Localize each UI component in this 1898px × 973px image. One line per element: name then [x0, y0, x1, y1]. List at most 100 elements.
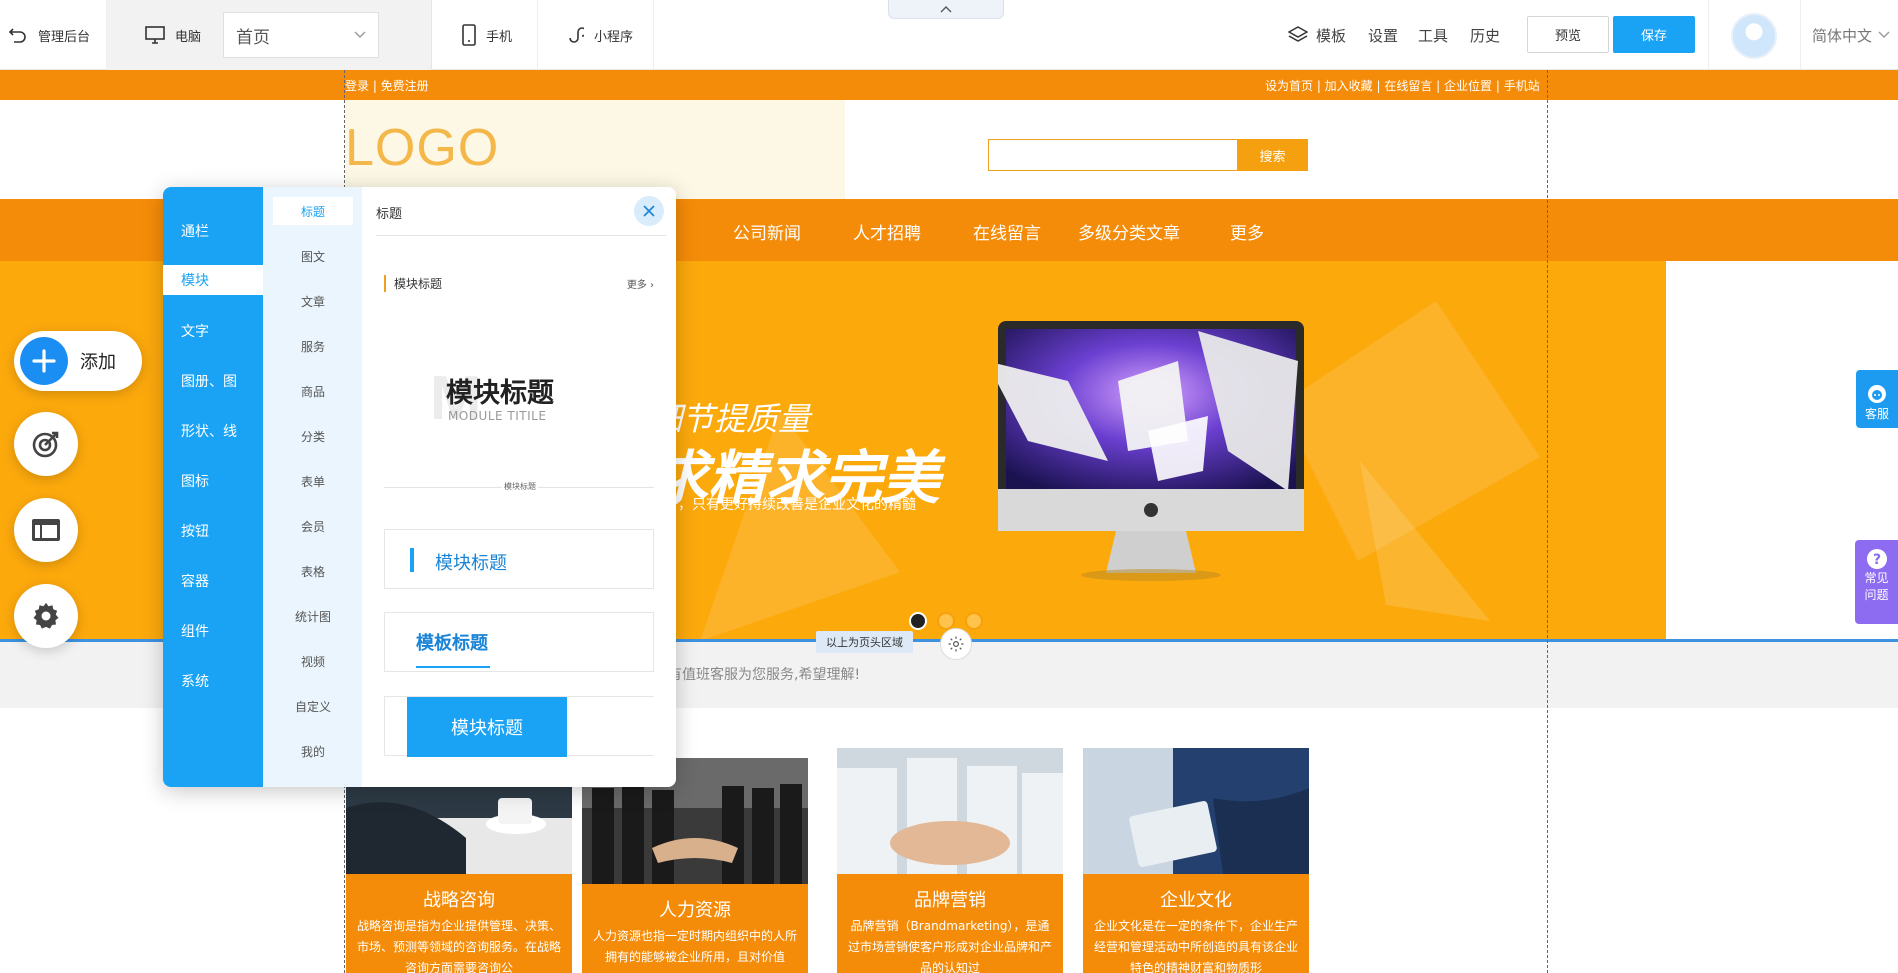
- banner-dot[interactable]: [965, 612, 983, 630]
- gear-icon: [33, 602, 59, 629]
- subcategory-item-image-text[interactable]: 图文: [273, 242, 353, 270]
- add-element-button[interactable]: 添加: [14, 331, 142, 391]
- nav-item-articles[interactable]: 多级分类文章: [1078, 219, 1180, 244]
- preview-divider: [376, 235, 666, 236]
- subcategory-item-service[interactable]: 服务: [273, 332, 353, 360]
- target-tool-button[interactable]: [14, 412, 78, 476]
- subcategory-item-member[interactable]: 会员: [273, 512, 353, 540]
- title-template-1[interactable]: 模块标题 更多 ›: [384, 275, 654, 292]
- title-template-5[interactable]: 模块标题: [384, 696, 654, 757]
- category-item-module[interactable]: 模块: [163, 265, 263, 295]
- plus-icon: [20, 337, 68, 385]
- question-icon: ?: [1866, 549, 1887, 569]
- notice-text: 有值班客服为您服务,希望理解!: [668, 667, 861, 683]
- nav-item-message[interactable]: 在线留言: [973, 219, 1041, 244]
- template-underline: [416, 666, 490, 668]
- toolbar-divider: [1800, 0, 1801, 70]
- device-pc-tab[interactable]: 电脑 首页: [107, 0, 432, 70]
- customer-service-widget[interactable]: 客服: [1856, 370, 1898, 428]
- page-select[interactable]: 首页: [223, 12, 380, 58]
- template-more-label: 更多: [626, 280, 647, 291]
- device-miniprogram-label: 小程序: [594, 29, 634, 45]
- settings-label: 设置: [1368, 26, 1399, 45]
- nav-item-jobs[interactable]: 人才招聘: [853, 219, 921, 244]
- header-settings-button[interactable]: [940, 628, 972, 660]
- template-preview-list: 标题 模块标题 更多 › M 模块标题 MODULE TITILE 模块标题 模…: [362, 187, 676, 787]
- banner-decoration: [1280, 301, 1540, 561]
- category-item-icon[interactable]: 图标: [163, 466, 263, 496]
- category-item-system[interactable]: 系统: [163, 666, 263, 696]
- service-card[interactable]: 企业文化 企业文化是在一定的条件下，企业生产经营和管理活动中所创造的具有该企业特…: [1083, 748, 1309, 973]
- site-login-links[interactable]: 登录 | 免费注册: [345, 77, 429, 94]
- nav-item-news[interactable]: 公司新闻: [733, 219, 801, 244]
- user-avatar[interactable]: [1731, 13, 1777, 59]
- save-button[interactable]: 保存: [1613, 16, 1695, 53]
- banner-dot[interactable]: [909, 612, 927, 630]
- title-template-4[interactable]: 模板标题: [384, 612, 654, 672]
- category-item-shape[interactable]: 形状、线: [163, 416, 263, 446]
- settings-menu[interactable]: 设置: [1368, 0, 1398, 70]
- layout-guide-right: [1547, 70, 1548, 973]
- site-search-input[interactable]: [988, 139, 1238, 171]
- subcategory-item-chart[interactable]: 统计图: [273, 602, 353, 630]
- service-card[interactable]: 人力资源 人力资源也指一定时期内组织中的人所拥有的能够被企业所用，且对价值: [582, 758, 808, 973]
- language-value: 简体中文: [1812, 26, 1873, 45]
- history-menu[interactable]: 历史: [1470, 0, 1500, 70]
- device-miniprogram-tab[interactable]: 小程序: [538, 0, 654, 70]
- banner-subtext: 最好，只有更好持续改善是企业文化的精髓: [650, 497, 916, 513]
- template-button[interactable]: 模板: [1288, 0, 1346, 70]
- template-mini-title: 模块标题: [502, 481, 538, 492]
- device-pc-label: 电脑: [175, 29, 202, 45]
- faq-widget[interactable]: ? 常见 问题: [1855, 540, 1898, 624]
- subcategory-item-video[interactable]: 视频: [273, 647, 353, 675]
- preview-heading: 标题: [376, 207, 403, 222]
- preview-button[interactable]: 预览: [1527, 16, 1609, 53]
- template-title-text: 模板标题: [416, 633, 488, 654]
- site-top-strip: 登录 | 免费注册 设为首页 | 加入收藏 | 在线留言 | 企业位置 | 手机…: [0, 70, 1898, 100]
- faq-label-line1: 常见: [1864, 571, 1889, 585]
- subcategory-item-mine[interactable]: 我的: [273, 737, 353, 765]
- category-item-container[interactable]: 容器: [163, 566, 263, 596]
- subcategory-item-custom[interactable]: 自定义: [273, 692, 353, 720]
- subcategory-item-product[interactable]: 商品: [273, 377, 353, 405]
- back-to-admin-button[interactable]: 管理后台: [0, 0, 107, 70]
- service-card[interactable]: 品牌营销 品牌营销（Brandmarketing），是通过市场营销使客户形成对企…: [837, 748, 1063, 973]
- category-item-component[interactable]: 组件: [163, 616, 263, 646]
- site-logo[interactable]: LOGO: [345, 118, 499, 178]
- tools-label: 工具: [1418, 26, 1449, 45]
- category-item-button[interactable]: 按钮: [163, 516, 263, 546]
- language-select[interactable]: 简体中文: [1812, 0, 1890, 70]
- template-more-link: 更多 ›: [626, 280, 654, 291]
- card-description: 企业文化是在一定的条件下，企业生产经营和管理活动中所创造的具有该企业特色的精神财…: [1093, 919, 1298, 973]
- site-settings-tool-button[interactable]: [14, 584, 78, 648]
- faq-label-line2: 问题: [1864, 588, 1889, 602]
- collapse-toolbar-button[interactable]: [888, 0, 1004, 19]
- category-item-banner[interactable]: 通栏: [163, 216, 263, 246]
- title-template-2[interactable]: M 模块标题 MODULE TITILE 模块标题: [384, 357, 654, 502]
- site-utility-links[interactable]: 设为首页 | 加入收藏 | 在线留言 | 企业位置 | 手机站: [1265, 77, 1540, 94]
- card-image-tablet: [1083, 748, 1309, 874]
- card-description: 战略咨询是指为企业提供管理、决策、市场、预测等领域的咨询服务。在战略咨询方面需要…: [356, 919, 561, 973]
- subcategory-item-form[interactable]: 表单: [273, 467, 353, 495]
- layout-tool-button[interactable]: [14, 498, 78, 562]
- category-list: 通栏 模块 文字 图册、图 形状、线 图标 按钮 容器 组件 系统: [163, 187, 263, 787]
- back-to-admin-label: 管理后台: [38, 29, 91, 45]
- subcategory-item-title[interactable]: 标题: [273, 197, 353, 225]
- category-item-text[interactable]: 文字: [163, 316, 263, 346]
- category-item-gallery[interactable]: 图册、图: [163, 366, 263, 396]
- site-search-button[interactable]: 搜索: [1237, 139, 1308, 171]
- back-arrow-icon: [8, 28, 26, 43]
- device-mobile-tab[interactable]: 手机: [432, 0, 538, 70]
- subcategory-item-table[interactable]: 表格: [273, 557, 353, 585]
- close-panel-button[interactable]: [634, 196, 664, 226]
- title-template-3[interactable]: 模块标题: [384, 529, 654, 589]
- tools-menu[interactable]: 工具: [1418, 0, 1448, 70]
- template-label: 模板: [1316, 26, 1347, 45]
- nav-item-more[interactable]: 更多: [1230, 219, 1264, 244]
- miniprogram-icon: [569, 27, 584, 43]
- subcategory-item-category[interactable]: 分类: [273, 422, 353, 450]
- subcategory-item-article[interactable]: 文章: [273, 287, 353, 315]
- customer-service-label: 客服: [1864, 407, 1889, 421]
- banner-pagination: [909, 612, 983, 630]
- template-accent-bar: [410, 548, 414, 572]
